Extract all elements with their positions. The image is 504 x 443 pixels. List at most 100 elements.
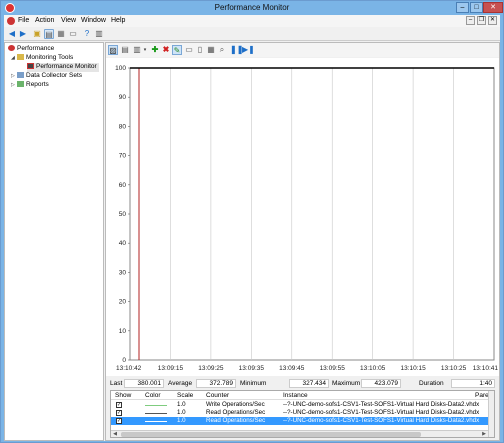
app-window: Performance Monitor – □ ✕ File Action Vi… xyxy=(0,0,504,443)
menu-view[interactable]: View xyxy=(61,17,76,24)
folder-icon xyxy=(17,54,24,60)
show-checkbox[interactable]: ✓ xyxy=(116,418,122,424)
tree-item-monitoring-tools[interactable]: ◢ Monitoring Tools xyxy=(11,54,73,63)
column-header-instance[interactable]: Instance xyxy=(283,392,308,399)
highlight-icon[interactable]: ✎ xyxy=(172,45,182,55)
tree-item-label: Monitoring Tools xyxy=(26,54,74,61)
menu-help[interactable]: Help xyxy=(111,17,125,24)
last-label: Last xyxy=(110,380,123,387)
perfmon-menu-icon[interactable] xyxy=(7,17,15,25)
column-header-color[interactable]: Color xyxy=(145,392,161,399)
tree-item-label: Data Collector Sets xyxy=(26,72,82,79)
zoom-icon[interactable]: ⌕ xyxy=(217,45,227,55)
y-tick-label: 30 xyxy=(119,269,127,276)
title-bar[interactable]: Performance Monitor – □ ✕ xyxy=(1,1,503,15)
tree-item-data-collector-sets[interactable]: ▷ Data Collector Sets xyxy=(11,72,82,81)
maximize-button[interactable]: □ xyxy=(470,2,483,13)
window-title: Performance Monitor xyxy=(214,3,290,12)
folder-up-icon[interactable]: ▣ xyxy=(32,29,42,39)
y-tick-label: 60 xyxy=(119,182,127,189)
collapse-arrow-icon[interactable]: ◢ xyxy=(11,55,16,61)
counter-row-selected[interactable]: ✓ 1.0 Read Operations/Sec --?-UNC-demo-s… xyxy=(111,417,488,425)
tree-item-performance-monitor[interactable]: Performance Monitor xyxy=(27,63,99,72)
mdi-minimize-button[interactable]: – xyxy=(466,16,475,25)
y-tick-label: 40 xyxy=(119,240,127,247)
client-area: File Action View Window Help – ❐ ✕ ◀ ▶ ▣… xyxy=(4,15,500,441)
y-tick-label: 0 xyxy=(122,357,126,364)
forward-arrow-icon[interactable]: ▶ xyxy=(18,29,28,39)
add-counter-icon[interactable]: ✚ xyxy=(150,45,160,55)
back-arrow-icon[interactable]: ◀ xyxy=(7,29,17,39)
menu-file[interactable]: File xyxy=(18,17,29,24)
freeze-display-icon[interactable]: ❚❚ xyxy=(230,45,243,55)
last-value: 380.001 xyxy=(124,379,164,388)
y-tick-label: 50 xyxy=(119,211,127,218)
tree-item-reports[interactable]: ▷ Reports xyxy=(11,81,49,90)
counter-list-header: Show Color Scale Counter Instance Pare xyxy=(111,391,494,400)
x-tick-label: 13:10:25 xyxy=(441,365,467,372)
data-collector-icon xyxy=(17,72,24,78)
menu-action[interactable]: Action xyxy=(35,17,54,24)
print-icon[interactable]: ▭ xyxy=(68,29,78,39)
y-tick-label: 90 xyxy=(119,94,127,101)
column-header-scale[interactable]: Scale xyxy=(177,392,193,399)
x-tick-label: 13:09:25 xyxy=(198,365,224,372)
instance-cell: --?-UNC-demo-sofs1-CSV1-Test-SOFS1-Virtu… xyxy=(283,409,480,416)
x-tick-label: 13:10:05 xyxy=(360,365,386,372)
color-swatch xyxy=(145,421,167,422)
column-header-counter[interactable]: Counter xyxy=(206,392,229,399)
show-checkbox[interactable]: ✓ xyxy=(116,402,122,408)
main-toolbar: ◀ ▶ ▣ ▤ ▦ ▭ ? ▥ xyxy=(4,27,500,41)
instance-cell: --?-UNC-demo-sofs1-CSV1-Test-SOFS1-Virtu… xyxy=(283,417,480,424)
minimize-button[interactable]: – xyxy=(456,2,469,13)
view-log-data-icon[interactable]: ▤ xyxy=(120,45,130,55)
line-chart[interactable]: 0 10 20 30 40 50 60 70 80 90 100 13:10:42 13:09:15 13… xyxy=(106,58,499,376)
chart-monitor-icon xyxy=(27,63,34,69)
y-tick-label: 20 xyxy=(119,299,127,306)
plot-area xyxy=(129,67,495,361)
show-tree-icon[interactable]: ▤ xyxy=(44,29,54,39)
graph-type-dropdown-icon[interactable]: ▾ xyxy=(140,45,150,55)
column-header-show[interactable]: Show xyxy=(115,392,131,399)
horizontal-scrollbar[interactable]: ◀ ▶ xyxy=(111,430,488,437)
vertical-scrollbar[interactable] xyxy=(488,391,494,437)
tree-item-label: Reports xyxy=(26,81,49,88)
paste-counter-list-icon[interactable]: ▯ xyxy=(195,45,205,55)
column-header-parent[interactable]: Pare xyxy=(475,392,489,399)
show-checkbox[interactable]: ✓ xyxy=(116,410,122,416)
expand-arrow-icon[interactable]: ▷ xyxy=(11,73,16,79)
properties-icon[interactable]: ▦ xyxy=(56,29,66,39)
mdi-close-button[interactable]: ✕ xyxy=(488,16,497,25)
navigation-tree: Performance ◢ Monitoring Tools Performanc… xyxy=(4,42,104,441)
tree-item-label: Performance xyxy=(17,45,55,52)
performance-icon xyxy=(8,45,15,51)
counter-row[interactable]: ✓ 1.0 Read Operations/Sec --?-UNC-demo-s… xyxy=(111,409,488,417)
x-tick-label: 13:10:15 xyxy=(400,365,426,372)
help-icon[interactable]: ? xyxy=(82,29,92,39)
tree-item-performance[interactable]: Performance xyxy=(8,45,54,54)
minimum-value: 327.434 xyxy=(289,379,329,388)
view-current-activity-icon[interactable]: ▨ xyxy=(108,45,118,55)
mdi-restore-button[interactable]: ❐ xyxy=(477,16,486,25)
scroll-thumb[interactable] xyxy=(121,432,421,437)
copy-properties-icon[interactable]: ▭ xyxy=(184,45,194,55)
duration-label: Duration xyxy=(419,380,444,387)
scroll-left-icon[interactable]: ◀ xyxy=(111,431,119,437)
instance-cell: --?-UNC-demo-sofs1-CSV1-Test-SOFS1-Virtu… xyxy=(283,401,480,408)
delete-counter-icon[interactable]: ✖ xyxy=(161,45,171,55)
minimum-label: Minimum xyxy=(240,380,267,387)
counter-row[interactable]: ✓ 1.0 Write Operations/Sec --?-UNC-demo-… xyxy=(111,401,488,409)
color-swatch xyxy=(145,405,167,406)
console-icon[interactable]: ▥ xyxy=(94,29,104,39)
y-tick-label: 70 xyxy=(119,153,127,160)
update-data-icon[interactable]: ▶❚ xyxy=(242,45,255,55)
graph-toolbar: ▨ ▤ ▥ ▾ ✚ ✖ ✎ ▭ ▯ ▦ ⌕ ❚❚ ▶❚ xyxy=(106,43,499,57)
close-button[interactable]: ✕ xyxy=(483,2,503,13)
x-tick-label: 13:10:42 xyxy=(116,365,142,372)
y-tick-label: 10 xyxy=(119,328,127,335)
properties-icon[interactable]: ▦ xyxy=(206,45,216,55)
expand-arrow-icon[interactable]: ▷ xyxy=(11,82,16,88)
counter-cell: Read Operations/Sec xyxy=(206,417,266,424)
menu-window[interactable]: Window xyxy=(81,17,106,24)
scroll-right-icon[interactable]: ▶ xyxy=(480,431,488,437)
